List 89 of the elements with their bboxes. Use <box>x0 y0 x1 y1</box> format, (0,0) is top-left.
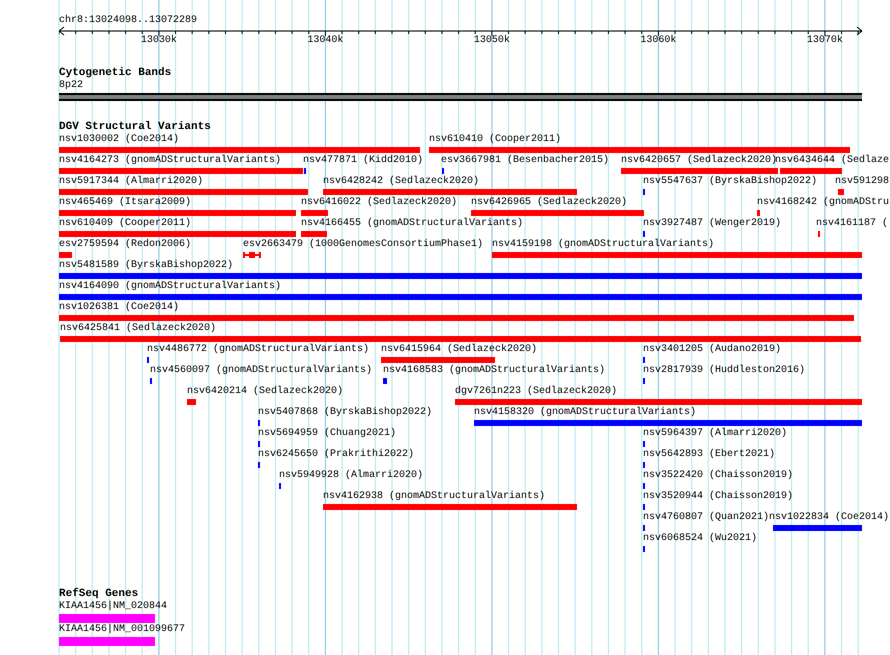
band-label: 8p22 <box>59 81 84 91</box>
variant-label: nsv1026381 (Coe2014) <box>59 303 180 313</box>
variant-bar[interactable] <box>59 231 296 237</box>
variant-label: nsv6425841 (Sedlazeck2020) <box>60 324 216 334</box>
variant-label: nsv3401205 (Audano2019) <box>643 345 782 355</box>
variant-bar[interactable] <box>187 399 196 405</box>
variant-label: nsv1022834 (Coe2014) <box>769 513 890 523</box>
variant-label: nsv5642893 (Ebert2021) <box>643 450 776 460</box>
ruler-tick-label: 13040k <box>307 36 344 46</box>
gene-bar[interactable] <box>59 637 155 646</box>
variant-bar[interactable] <box>323 504 577 510</box>
variant-bar[interactable] <box>59 315 854 321</box>
linked-segments-icon[interactable] <box>243 252 261 258</box>
variant-label: nsv2817939 (Huddleston2016) <box>643 366 806 376</box>
variant-label: nsv5547637 (ByrskaBishop2022) <box>643 177 818 187</box>
variant-label: nsv4168242 (gnomADStru <box>757 198 890 208</box>
variant-label: nsv5407868 (ByrskaBishop2022) <box>258 408 432 418</box>
locus-label: chr8:13024098..13072289 <box>59 16 198 26</box>
variant-label: nsv4159198 (gnomADStructuralVariants) <box>492 240 714 250</box>
variant-bar[interactable] <box>780 168 842 174</box>
variant-bar[interactable] <box>301 231 327 237</box>
variant-bar[interactable] <box>59 147 420 153</box>
variant-label: nsv5949928 (Almarri2020) <box>279 471 424 481</box>
cytoband-bar[interactable] <box>59 93 862 101</box>
variant-label: nsv4486772 (gnomADStructuralVariants) <box>147 345 370 355</box>
gene-bar[interactable] <box>59 614 155 623</box>
variant-bar[interactable] <box>60 336 861 342</box>
variant-label: nsv4168583 (gnomADStructuralVariants) <box>383 366 606 376</box>
track-title: DGV Structural Variants <box>59 122 211 133</box>
variant-bar[interactable] <box>59 189 308 195</box>
variant-bar[interactable] <box>773 525 862 531</box>
ruler-tick-label: 13070k <box>806 36 843 46</box>
variant-label: nsv4164090 (gnomADStructuralVariants) <box>59 282 282 292</box>
variant-bar[interactable] <box>59 168 303 174</box>
variant-bar[interactable] <box>323 189 577 195</box>
variant-label: nsv6415964 (Sedlazeck2020) <box>381 345 538 355</box>
variant-label: nsv5481589 (ByrskaBishop2022) <box>59 261 234 271</box>
variant-bar[interactable] <box>383 378 387 384</box>
variant-label: nsv3522420 (Chaisson2019) <box>643 471 794 481</box>
variant-bar[interactable] <box>838 189 844 195</box>
track-title: Cytogenetic Bands <box>59 68 172 79</box>
gene-label: KIAA1456|NM_001099677 <box>59 625 186 635</box>
variant-label: nsv3927487 (Wenger2019) <box>643 219 782 229</box>
variant-label: esv3667981 (Besenbacher2015) <box>441 156 610 166</box>
variant-bar[interactable] <box>757 210 760 216</box>
variant-bar[interactable] <box>621 168 778 174</box>
variant-bar[interactable] <box>474 420 862 426</box>
variant-label: nsv465469 (Itsara2009) <box>59 198 192 208</box>
variant-label: nsv5964397 (Almarri2020) <box>643 429 788 439</box>
ruler-tick-label: 13050k <box>474 36 510 46</box>
variant-bar[interactable] <box>59 273 862 279</box>
variant-label: nsv610409 (Cooper2011) <box>59 219 192 229</box>
variant-label: nsv6416022 (Sedlazeck2020) <box>301 198 458 208</box>
track-title: RefSeq Genes <box>59 589 138 600</box>
variant-label: nsv591298 <box>835 177 890 187</box>
variant-label: nsv1030002 (Coe2014) <box>59 135 180 145</box>
variant-bar[interactable] <box>429 147 850 153</box>
ruler-tick-label: 13060k <box>640 36 676 46</box>
variant-label: nsv4166455 (gnomADStructuralVariants) <box>301 219 524 229</box>
variant-bar[interactable] <box>59 294 862 300</box>
variant-bar[interactable] <box>381 357 495 363</box>
variant-label: dgv7261n223 (Sedlazeck2020) <box>455 387 618 397</box>
variant-label: nsv6245650 (Prakrithi2022) <box>258 450 414 460</box>
variant-label: nsv4158320 (gnomADStructuralVariants) <box>474 408 696 418</box>
variant-label: nsv4161187 ( <box>816 219 888 229</box>
variant-label: nsv5917344 (Almarri2020) <box>59 177 204 187</box>
variant-label: nsv3520944 (Chaisson2019) <box>643 492 794 502</box>
variant-bar[interactable] <box>301 210 328 216</box>
variant-label: nsv4560097 (gnomADStructuralVariants) <box>150 366 372 376</box>
variant-label: nsv6426965 (Sedlazeck2020) <box>471 198 628 208</box>
ruler-tick-label: 13030k <box>140 36 177 46</box>
variant-label: nsv610410 (Cooper2011) <box>429 135 562 145</box>
variant-label: nsv477871 (Kidd2010) <box>303 156 424 166</box>
variant-label: nsv4760807 (Quan2021) <box>643 513 770 523</box>
variant-bar[interactable] <box>471 210 644 216</box>
variant-label: esv2759594 (Redon2006) <box>59 240 192 250</box>
variant-label: nsv4164273 (gnomADStructuralVariants) <box>59 156 282 166</box>
variant-bar[interactable] <box>59 252 72 258</box>
gene-label: KIAA1456|NM_020844 <box>59 602 168 612</box>
variant-bar[interactable] <box>455 399 862 405</box>
variant-label: nsv6434644 (Sedlaze <box>775 156 890 166</box>
variant-label: nsv5694959 (Chuang2021) <box>258 429 396 439</box>
variant-bar[interactable] <box>59 210 296 216</box>
variant-label: nsv4162938 (gnomADStructuralVariants) <box>323 492 546 502</box>
variant-label: nsv6420214 (Sedlazeck2020) <box>187 387 344 397</box>
variant-label: nsv6068524 (Wu2021) <box>643 534 758 544</box>
variant-label: esv2663479 (1000GenomesConsortiumPhase1) <box>243 240 484 250</box>
variant-label: nsv6428242 (Sedlazeck2020) <box>323 177 480 187</box>
variant-bar[interactable] <box>492 252 862 258</box>
